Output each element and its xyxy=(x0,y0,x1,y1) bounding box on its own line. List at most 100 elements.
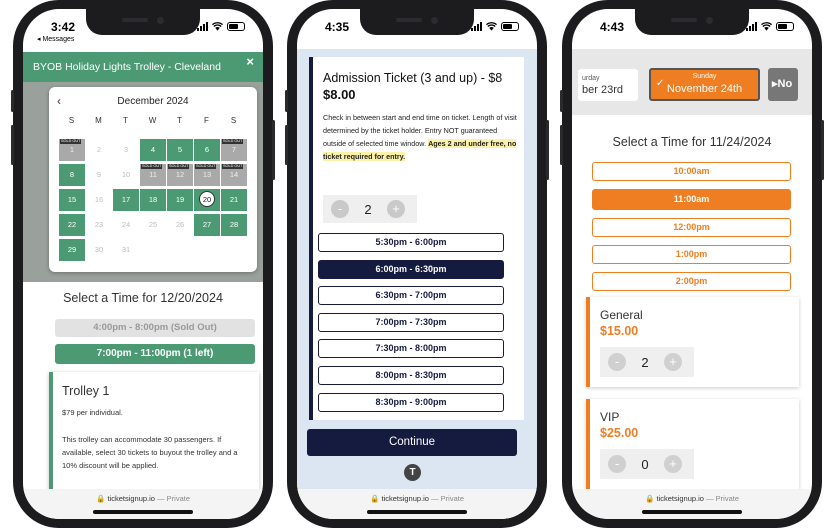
calendar-day-number: 4 xyxy=(150,145,156,154)
calendar-day[interactable]: 28 xyxy=(221,214,247,236)
calendar-day: 26 xyxy=(167,214,193,236)
weekday-label: T xyxy=(123,116,128,125)
date-prev[interactable]: urday ber 23rd xyxy=(578,69,638,101)
decrement-button[interactable]: - xyxy=(608,353,626,371)
calendar-day[interactable]: 18 xyxy=(140,189,166,211)
calendar-day-number: 17 xyxy=(121,195,131,204)
timeslot-available[interactable]: 7:00pm - 11:00pm (1 left) xyxy=(55,344,255,364)
calendar-day-number: 5 xyxy=(177,145,183,154)
calendar-day[interactable]: 17 xyxy=(113,189,139,211)
home-indicator xyxy=(367,510,467,514)
url-bar[interactable]: 🔒 ticketsignup.io — Private xyxy=(23,494,263,503)
calendar-day[interactable]: 15 xyxy=(59,189,85,211)
notch xyxy=(86,9,200,35)
timeslot-button[interactable]: 2:00pm xyxy=(592,272,791,291)
status-time: 4:43 xyxy=(600,20,625,34)
increment-button[interactable]: + xyxy=(664,353,682,371)
wifi-icon xyxy=(212,22,223,31)
calendar-day[interactable]: 6 xyxy=(194,139,220,161)
continue-button[interactable]: Continue xyxy=(307,429,517,456)
url-domain: ticketsignup.io xyxy=(656,494,704,503)
sold-out-badge: SOLD OUT xyxy=(222,164,244,169)
ticket-name: VIP xyxy=(600,410,620,424)
calendar-day: 9 xyxy=(86,164,112,186)
calendar-day-number: 14 xyxy=(229,170,239,179)
quantity-value: 0 xyxy=(641,456,649,472)
timeslot-button[interactable]: 12:00pm xyxy=(592,218,791,237)
calendar-day[interactable]: 29 xyxy=(59,239,85,261)
calendar-day[interactable]: 8 xyxy=(59,164,85,186)
ticket-price: $8.00 xyxy=(323,87,356,102)
weekday-label: W xyxy=(148,116,157,125)
url-bar[interactable]: 🔒 ticketsignup.io — Private xyxy=(297,494,537,503)
calendar-day[interactable]: 22 xyxy=(59,214,85,236)
date-current[interactable]: ✓ Sunday November 24th xyxy=(649,68,760,101)
trolley-price-note: $79 per individual. xyxy=(62,408,123,417)
url-domain: ticketsignup.io xyxy=(381,494,429,503)
volume-up-button xyxy=(560,125,563,165)
calendar-day-number: 3 xyxy=(123,145,129,154)
browser-bar: 🔒 ticketsignup.io — Private xyxy=(23,489,263,519)
timeslot-button[interactable]: 8:00pm - 8:30pm xyxy=(318,365,504,385)
sold-out-badge: SOLD OUT xyxy=(195,164,217,169)
timeslot-button[interactable]: 1:00pm xyxy=(592,245,791,264)
sold-out-badge: SOLD OUT xyxy=(60,139,82,144)
calendar-day[interactable]: 21 xyxy=(221,189,247,211)
date-prev-weekday: urday xyxy=(582,75,600,82)
calendar-day[interactable]: 27 xyxy=(194,214,220,236)
calendar-popup: ‹ December 2024 S M T W T F S SOLD OUT 1 2 3 4 5 6 SOL… xyxy=(49,87,257,272)
decrement-button[interactable]: - xyxy=(608,455,626,473)
power-button xyxy=(821,120,824,180)
date-prev-date: ber 23rd xyxy=(582,84,623,96)
timeslot-button[interactable]: 6:00pm - 6:30pm xyxy=(318,259,504,279)
sold-out-badge: SOLD OUT xyxy=(141,164,163,169)
calendar-day-number: 13 xyxy=(202,170,212,179)
weekday-label: S xyxy=(230,116,237,125)
home-indicator xyxy=(93,510,193,514)
date-next[interactable]: ▸No xyxy=(768,68,798,101)
screen-3: 4:43 urday ber 23rd ✓ Sunday November 24… xyxy=(572,9,812,519)
timeslot-button[interactable]: 6:30pm - 7:00pm xyxy=(318,286,504,306)
ticket-price: $25.00 xyxy=(600,426,639,440)
timeslot-button[interactable]: 8:30pm - 9:00pm xyxy=(318,392,504,412)
calendar-day[interactable]: 4 xyxy=(140,139,166,161)
sold-out-badge: SOLD OUT xyxy=(168,164,190,169)
calendar-day: SOLD OUT 7 xyxy=(221,139,247,161)
calendar-day-number: 10 xyxy=(121,170,131,179)
power-button xyxy=(546,120,549,180)
increment-button[interactable]: + xyxy=(387,200,405,218)
calendar-day[interactable]: 20 xyxy=(194,189,220,211)
calendar-day: 30 xyxy=(86,239,112,261)
url-bar[interactable]: 🔒 ticketsignup.io — Private xyxy=(572,494,812,503)
calendar-day[interactable]: 5 xyxy=(167,139,193,161)
trolley-card: Trolley 1 $79 per individual. This troll… xyxy=(49,372,259,502)
calendar-day-number: 1 xyxy=(69,145,75,154)
calendar-day: 10 xyxy=(113,164,139,186)
side-button xyxy=(11,90,14,112)
back-to-messages-link[interactable]: ◂ Messages xyxy=(37,35,74,43)
notch xyxy=(360,9,474,35)
weekday-label: M xyxy=(95,116,102,125)
ticket-price: $15.00 xyxy=(600,324,639,338)
timeslot-button[interactable]: 7:00pm - 7:30pm xyxy=(318,312,504,332)
ticket-card-general: General $15.00 - 2 + xyxy=(586,297,799,387)
wifi-icon xyxy=(761,22,772,31)
decrement-button[interactable]: - xyxy=(331,200,349,218)
timeslot-button[interactable]: 11:00am xyxy=(592,189,791,210)
calendar-month: December 2024 xyxy=(117,96,189,107)
close-icon[interactable]: × xyxy=(246,54,254,69)
side-button xyxy=(560,90,563,112)
timeslot-button[interactable]: 10:00am xyxy=(592,162,791,181)
calendar-day: SOLD OUT 1 xyxy=(59,139,85,161)
weekday-label: S xyxy=(68,116,75,125)
increment-button[interactable]: + xyxy=(664,455,682,473)
timeslot-button[interactable]: 7:30pm - 8:00pm xyxy=(318,339,504,359)
phone-frame-1: 3:42 ◂ Messages BYOB Holiday Lights Trol… xyxy=(11,0,275,528)
timeslot-button[interactable]: 5:30pm - 6:00pm xyxy=(318,233,504,252)
power-button xyxy=(272,120,275,180)
ticket-card-vip: VIP $25.00 - 0 + xyxy=(586,399,799,489)
date-current-weekday: Sunday xyxy=(692,73,717,80)
calendar-day[interactable]: 19 xyxy=(167,189,193,211)
calendar-day-number: 22 xyxy=(67,220,77,229)
notch xyxy=(635,9,749,35)
